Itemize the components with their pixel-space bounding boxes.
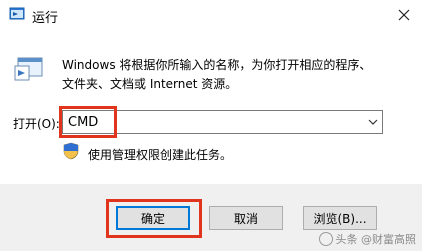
cancel-button[interactable]: 取消 — [209, 206, 283, 230]
close-icon — [398, 9, 410, 21]
open-input[interactable]: CMD — [68, 115, 98, 130]
admin-note: 使用管理权限创建此任务。 — [88, 148, 233, 162]
close-button[interactable] — [386, 0, 422, 30]
open-combobox[interactable]: CMD — [62, 110, 383, 134]
title-bar: 运行 — [0, 0, 422, 30]
run-app-icon — [14, 57, 43, 81]
description-text: Windows 将根据你所输入的名称，为你打开相应的程序、 文件夹、文档或 In… — [62, 56, 402, 94]
description-line-1: Windows 将根据你所输入的名称，为你打开相应的程序、 — [62, 58, 372, 72]
ok-button[interactable]: 确定 — [116, 206, 190, 230]
chevron-down-icon[interactable] — [368, 117, 378, 127]
watermark-text: 头条 @财富高照 — [335, 233, 417, 246]
browse-button[interactable]: 浏览(B)... — [303, 206, 377, 230]
open-label: 打开(O): — [13, 117, 60, 131]
watermark: 头条 @财富高照 — [318, 231, 417, 247]
window-title: 运行 — [32, 11, 59, 26]
run-icon — [9, 7, 25, 20]
description-line-2: 文件夹、文档或 Internet 资源。 — [62, 77, 238, 91]
watermark-icon — [318, 232, 333, 246]
shield-icon — [63, 142, 79, 160]
